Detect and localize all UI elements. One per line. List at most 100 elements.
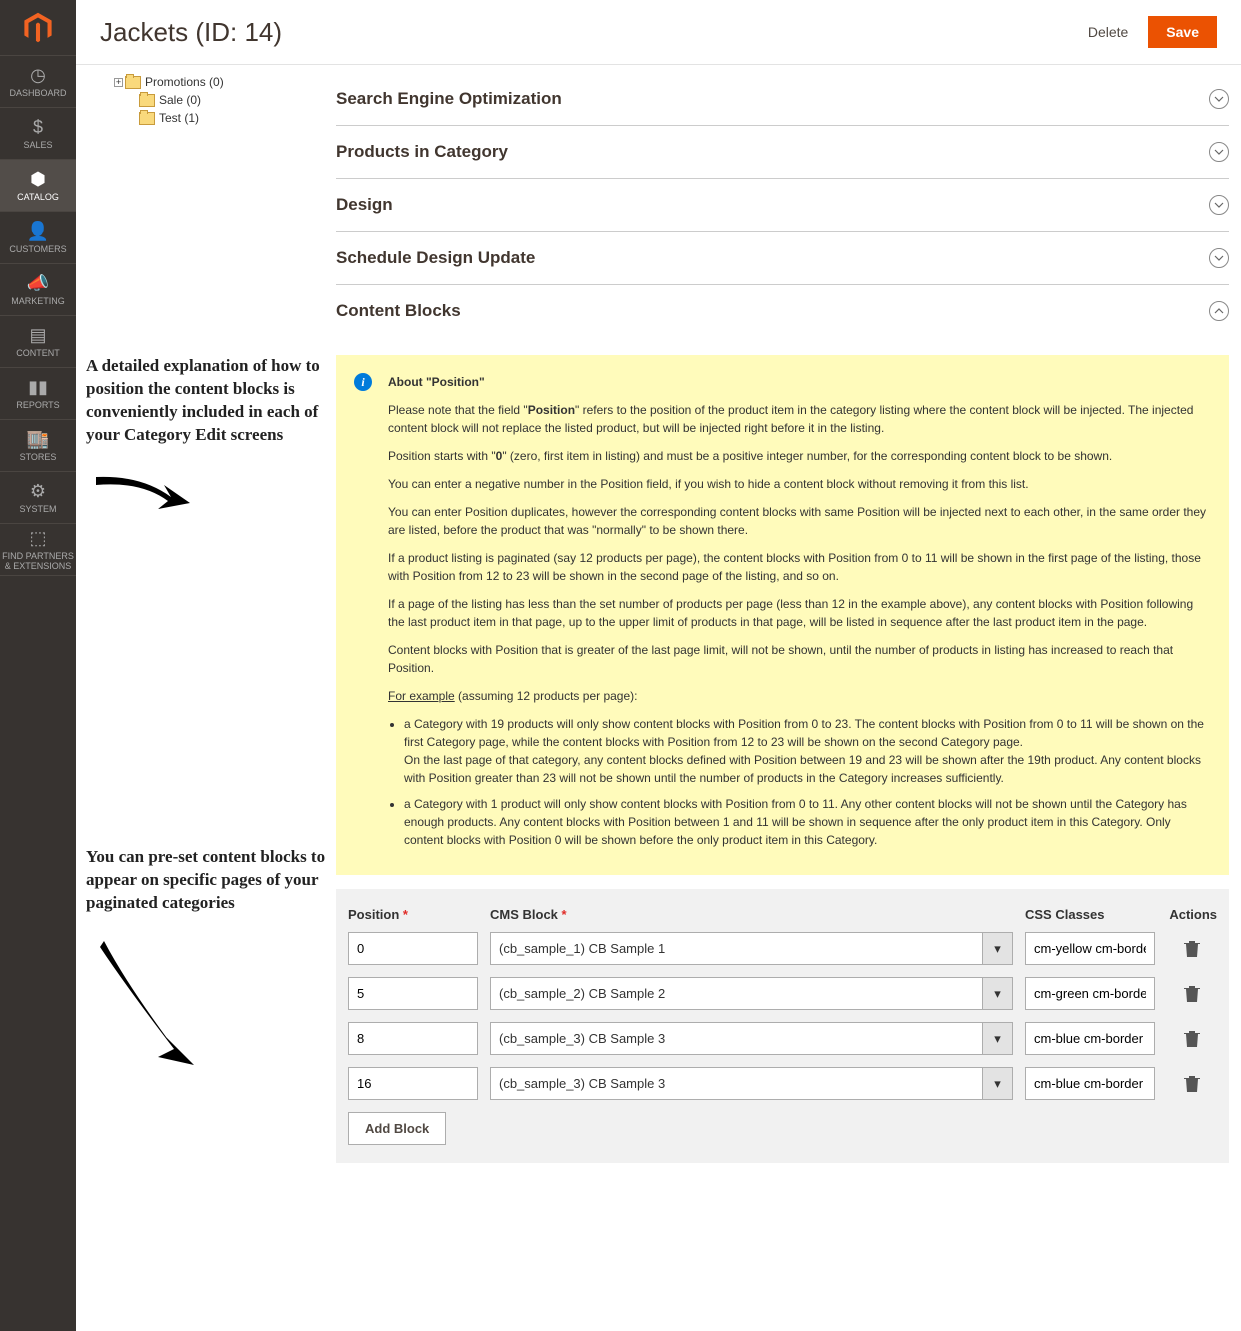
nav-marketing[interactable]: 📣MARKETING (0, 264, 76, 316)
info-box: i About "Position" Please note that the … (336, 355, 1229, 875)
admin-sidebar: ◷DASHBOARD $SALES ⬢CATALOG 👤CUSTOMERS 📣M… (0, 0, 76, 1331)
tree-item-sale[interactable]: Sale (0) (128, 91, 336, 109)
nav-customers[interactable]: 👤CUSTOMERS (0, 212, 76, 264)
grid-row: (cb_sample_2) CB Sample 2 ▾ (348, 977, 1217, 1010)
chevron-down-icon (1209, 195, 1229, 215)
nav-catalog[interactable]: ⬢CATALOG (0, 160, 76, 212)
delete-row-button[interactable] (1167, 940, 1217, 958)
section-label: Search Engine Optimization (336, 89, 562, 109)
css-input[interactable] (1025, 1067, 1155, 1100)
cms-block-select[interactable]: (cb_sample_3) CB Sample 3 ▾ (490, 1022, 1013, 1055)
info-paragraph: You can enter a negative number in the P… (388, 475, 1207, 493)
grid-row: (cb_sample_3) CB Sample 3 ▾ (348, 1067, 1217, 1100)
select-value: (cb_sample_1) CB Sample 1 (490, 932, 983, 965)
tree-label: Sale (0) (159, 93, 201, 107)
col-position: Position (348, 907, 478, 922)
css-input[interactable] (1025, 932, 1155, 965)
select-value: (cb_sample_3) CB Sample 3 (490, 1022, 983, 1055)
chevron-down-icon[interactable]: ▾ (983, 1067, 1013, 1100)
position-input[interactable] (348, 977, 478, 1010)
chevron-down-icon (1209, 248, 1229, 268)
content-blocks-grid: Position CMS Block CSS Classes Actions (… (336, 889, 1229, 1163)
header-actions: Delete Save (1088, 16, 1217, 48)
select-value: (cb_sample_3) CB Sample 3 (490, 1067, 983, 1100)
chevron-down-icon[interactable]: ▾ (983, 1022, 1013, 1055)
info-paragraph: If a product listing is paginated (say 1… (388, 549, 1207, 585)
delete-row-button[interactable] (1167, 1075, 1217, 1093)
left-column: + Promotions (0) Sale (0) Test (1) A det… (76, 65, 336, 1187)
select-value: (cb_sample_2) CB Sample 2 (490, 977, 983, 1010)
section-seo[interactable]: Search Engine Optimization (336, 73, 1229, 126)
tree-item-promotions[interactable]: + Promotions (0) (114, 73, 336, 91)
folder-icon (125, 76, 141, 89)
cms-block-select[interactable]: (cb_sample_2) CB Sample 2 ▾ (490, 977, 1013, 1010)
save-button[interactable]: Save (1148, 16, 1217, 48)
page-header: Jackets (ID: 14) Delete Save (76, 0, 1241, 65)
annotation-text: A detailed explanation of how to positio… (86, 347, 330, 455)
grid-row: (cb_sample_1) CB Sample 1 ▾ (348, 932, 1217, 965)
info-list-item: a Category with 19 products will only sh… (404, 715, 1207, 787)
annotation-text: You can pre-set content blocks to appear… (86, 838, 330, 923)
main-content: Jackets (ID: 14) Delete Save + Promotion… (76, 0, 1241, 1331)
cms-block-select[interactable]: (cb_sample_1) CB Sample 1 ▾ (490, 932, 1013, 965)
info-example-head: For example (assuming 12 products per pa… (388, 687, 1207, 705)
section-label: Schedule Design Update (336, 248, 535, 268)
nav-stores[interactable]: 🏬STORES (0, 420, 76, 472)
folder-icon (139, 112, 155, 125)
delete-row-button[interactable] (1167, 985, 1217, 1003)
section-label: Products in Category (336, 142, 508, 162)
tree-item-test[interactable]: Test (1) (128, 109, 336, 127)
annotation-1: A detailed explanation of how to positio… (86, 347, 336, 528)
tree-label: Test (1) (159, 111, 199, 125)
section-label: Content Blocks (336, 301, 461, 321)
tree-label: Promotions (0) (145, 75, 224, 89)
section-label: Design (336, 195, 393, 215)
info-paragraph: Please note that the field "Position" re… (388, 401, 1207, 437)
position-input[interactable] (348, 1022, 478, 1055)
css-input[interactable] (1025, 977, 1155, 1010)
add-block-button[interactable]: Add Block (348, 1112, 446, 1145)
nav-dashboard[interactable]: ◷DASHBOARD (0, 56, 76, 108)
cms-block-select[interactable]: (cb_sample_3) CB Sample 3 ▾ (490, 1067, 1013, 1100)
delete-button[interactable]: Delete (1088, 24, 1128, 40)
info-parag raph: Position starts with "0" (zero, first it… (388, 447, 1207, 465)
nav-reports[interactable]: ▮▮REPORTS (0, 368, 76, 420)
info-list-item: a Category with 1 product will only show… (404, 795, 1207, 849)
section-design[interactable]: Design (336, 179, 1229, 232)
nav-system[interactable]: ⚙SYSTEM (0, 472, 76, 524)
arrow-icon (86, 933, 206, 1073)
info-paragraph: You can enter Position duplicates, howev… (388, 503, 1207, 539)
section-content-blocks[interactable]: Content Blocks (336, 285, 1229, 337)
info-paragraph: Content blocks with Position that is gre… (388, 641, 1207, 677)
nav-sales[interactable]: $SALES (0, 108, 76, 160)
chevron-down-icon (1209, 89, 1229, 109)
magento-logo[interactable] (0, 0, 76, 56)
folder-icon (139, 94, 155, 107)
expand-icon[interactable]: + (114, 78, 123, 87)
col-css: CSS Classes (1025, 907, 1155, 922)
grid-header: Position CMS Block CSS Classes Actions (348, 901, 1217, 932)
col-cmsblock: CMS Block (490, 907, 1013, 922)
position-input[interactable] (348, 1067, 478, 1100)
nav-content[interactable]: ▤CONTENT (0, 316, 76, 368)
page-title: Jackets (ID: 14) (100, 17, 282, 48)
chevron-up-icon (1209, 301, 1229, 321)
nav-partners[interactable]: ⬚FIND PARTNERS & EXTENSIONS (0, 524, 76, 576)
chevron-down-icon[interactable]: ▾ (983, 977, 1013, 1010)
info-list: a Category with 19 products will only sh… (404, 715, 1207, 849)
section-schedule-design[interactable]: Schedule Design Update (336, 232, 1229, 285)
arrow-icon (86, 465, 196, 525)
annotation-2: You can pre-set content blocks to appear… (86, 838, 336, 1076)
css-input[interactable] (1025, 1022, 1155, 1055)
col-actions: Actions (1167, 907, 1217, 922)
delete-row-button[interactable] (1167, 1030, 1217, 1048)
right-column: Search Engine Optimization Products in C… (336, 65, 1241, 1187)
grid-row: (cb_sample_3) CB Sample 3 ▾ (348, 1022, 1217, 1055)
section-products[interactable]: Products in Category (336, 126, 1229, 179)
chevron-down-icon (1209, 142, 1229, 162)
info-paragraph: If a page of the listing has less than t… (388, 595, 1207, 631)
chevron-down-icon[interactable]: ▾ (983, 932, 1013, 965)
info-icon: i (354, 373, 372, 391)
position-input[interactable] (348, 932, 478, 965)
info-title: About "Position" (388, 373, 1207, 391)
